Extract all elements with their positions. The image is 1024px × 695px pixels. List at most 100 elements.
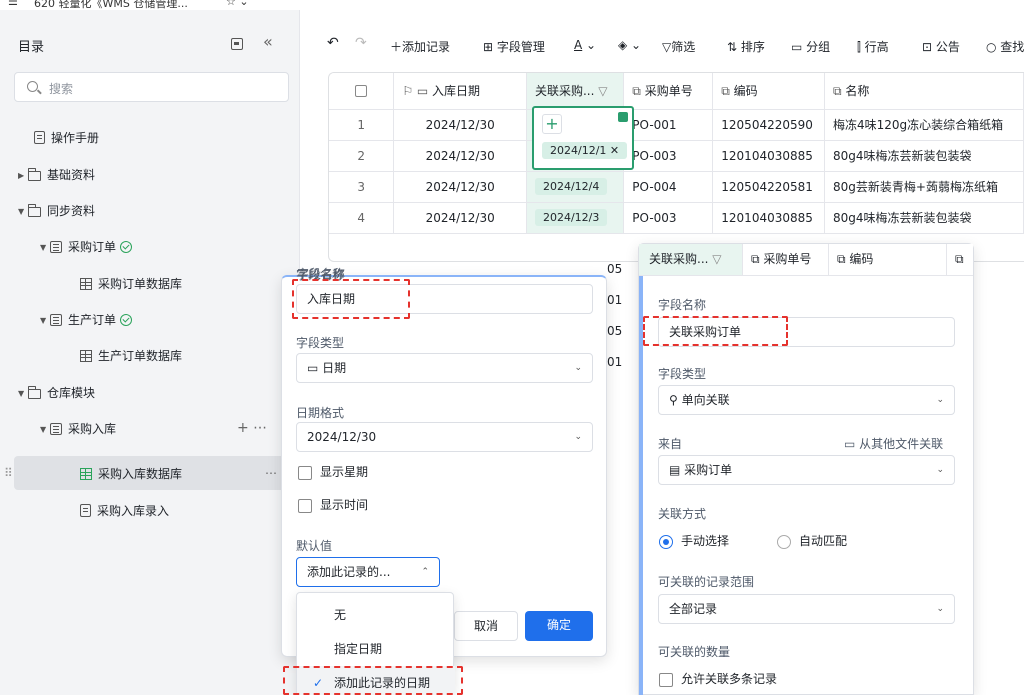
filter-icon: ▽ xyxy=(662,40,672,54)
undo-icon[interactable]: ↶ xyxy=(327,35,339,51)
manual-select-radio[interactable]: 手动选择 xyxy=(659,532,729,549)
linked-record-chip[interactable]: 2024/12/3 xyxy=(534,209,608,226)
column-header-linked-po[interactable]: 关联采购... ▽ xyxy=(526,73,625,110)
group-button[interactable]: ▭ 分组 xyxy=(791,38,830,55)
text-color-button[interactable]: A ⌄ xyxy=(574,38,596,52)
range-label: 可关联的记录范围 xyxy=(658,575,755,589)
field-type-select[interactable]: ⚲ 单向关联 ⌄ xyxy=(658,385,955,415)
folder-icon xyxy=(28,167,41,181)
column-header-code[interactable]: ⧉ 编码 xyxy=(712,73,825,110)
notice-button[interactable]: ⊡ 公告 xyxy=(922,38,960,55)
select-all-checkbox[interactable] xyxy=(329,73,395,110)
text-field-icon: ⧉ xyxy=(837,252,850,266)
collapse-sidebar-icon[interactable]: « xyxy=(263,32,273,51)
column-header-code[interactable]: ⧉ 编码 xyxy=(829,244,947,275)
field-type-select[interactable]: ▭ 日期 ⌄ xyxy=(296,353,593,383)
add-link-button[interactable]: + xyxy=(542,114,562,134)
column-header-po-number[interactable]: ⧉ 采购单号 xyxy=(743,244,829,275)
window-titlebar: ☰ 620 轻量化《WMS 仓储管理... ☆ ⌄ xyxy=(0,0,1024,10)
allow-multiple-checkbox[interactable]: 允许关联多条记录 xyxy=(659,670,777,687)
sidebar-item-warehouse[interactable]: ▼ 仓库模块 xyxy=(18,378,95,406)
table-row[interactable]: 4 2024/12/30 2024/12/3 PO-003 1201040308… xyxy=(329,202,1024,234)
table-row[interactable]: 3 2024/12/30 2024/12/4 PO-004 1205042205… xyxy=(329,171,1024,203)
add-record-button[interactable]: ＋添加记录 xyxy=(390,38,450,55)
window-title: 620 轻量化《WMS 仓储管理... xyxy=(34,0,188,10)
linked-cell-editor[interactable]: + 2024/12/1 ✕ xyxy=(532,106,634,170)
sidebar-search-input[interactable]: 搜索 xyxy=(14,72,289,102)
caret-down-icon[interactable]: ▼ xyxy=(18,380,28,408)
sort-button[interactable]: ⇅ 排序 xyxy=(727,38,765,55)
search-icon xyxy=(27,81,38,92)
remove-icon[interactable]: ✕ xyxy=(610,144,619,157)
option-specified-date[interactable]: 指定日期 xyxy=(297,632,455,666)
fill-color-button[interactable]: ◈ ⌄ xyxy=(618,38,641,52)
add-child-icon[interactable]: + ⋯ xyxy=(237,414,267,442)
drag-handle-icon[interactable]: ⠿ xyxy=(4,459,13,487)
chevron-down-icon: ⌄ xyxy=(936,465,944,475)
sidebar-item-purchase-order-db[interactable]: 采购订单数据库 xyxy=(80,269,182,297)
row-height-button[interactable]: ⫿ 行高 xyxy=(857,38,889,55)
default-value-select[interactable]: 添加此记录的... ⌃ xyxy=(296,557,440,587)
folder-icon xyxy=(28,385,41,399)
table-icon xyxy=(80,277,92,290)
column-header-inbound-date[interactable]: ⚐ ▭ 入库日期 xyxy=(393,73,527,110)
text-field-icon: ⧉ xyxy=(632,84,645,99)
fields-icon: ⊞ xyxy=(483,40,497,54)
column-header-po-number[interactable]: ⧉ 采购单号 xyxy=(623,73,714,110)
caret-down-icon[interactable]: ▼ xyxy=(40,234,50,262)
sidebar-item-base-data[interactable]: ▶ 基础资料 xyxy=(18,160,95,188)
sidebar-item-manual[interactable]: 操作手册 xyxy=(34,123,99,151)
text-field-icon: ⧉ xyxy=(833,84,846,99)
caret-down-icon[interactable]: ▼ xyxy=(40,307,50,335)
caret-down-icon[interactable]: ▼ xyxy=(40,416,50,444)
sidebar-item-purchase-inbound-db[interactable]: 采购入库数据库 xyxy=(80,459,182,487)
table-row[interactable]: 1 2024/12/30 PO-001 120504220590 梅冻4味120… xyxy=(329,109,1024,141)
source-select[interactable]: ▤ 采购订单 ⌄ xyxy=(658,455,955,485)
link-other-file-button[interactable]: ▭ 从其他文件关联 xyxy=(844,435,943,452)
table-row[interactable]: 2 2024/12/30 PO-003 120104030885 80g4味梅冻… xyxy=(329,140,1024,172)
plus-icon: ＋ xyxy=(390,40,403,54)
count-label: 可关联的数量 xyxy=(658,645,731,659)
sheet-icon: ▤ xyxy=(669,463,685,477)
sidebar-layout-icon[interactable] xyxy=(231,38,243,50)
cancel-button[interactable]: 取消 xyxy=(454,611,518,641)
more-icon[interactable]: ⋯ xyxy=(265,459,277,487)
date-format-select[interactable]: 2024/12/30 ⌄ xyxy=(296,422,593,452)
column-header-linked-po[interactable]: 关联采购... ▽ xyxy=(639,244,743,275)
redo-icon[interactable]: ↷ xyxy=(355,35,367,51)
sidebar-item-production-order[interactable]: ▼ 生产订单 xyxy=(40,305,133,335)
chevron-down-icon: ⌄ xyxy=(574,432,582,442)
sidebar-item-production-order-db[interactable]: 生产订单数据库 xyxy=(80,341,182,369)
record-range-select[interactable]: 全部记录 ⌄ xyxy=(658,594,955,624)
confirm-button[interactable]: 确定 xyxy=(525,611,593,641)
caret-right-icon[interactable]: ▶ xyxy=(18,162,28,190)
sidebar-item-purchase-inbound[interactable]: ▼ 采购入库 xyxy=(40,414,116,442)
menu-icon[interactable]: ☰ xyxy=(8,0,18,8)
sidebar: 目录 « 搜索 操作手册 ▶ 基础资料 ▼ 同步资料 ▼ 采购订单 采购订单数据库 ▼… xyxy=(0,10,300,695)
sidebar-item-purchase-order[interactable]: ▼ 采购订单 xyxy=(40,232,133,262)
find-button[interactable]: ○ 查找 xyxy=(986,38,1024,55)
field-type-label: 字段类型 xyxy=(296,336,345,350)
star-icon[interactable]: ☆ ⌄ xyxy=(226,0,249,8)
chevron-down-icon: ⌄ xyxy=(574,363,582,373)
highlight-box xyxy=(292,279,410,319)
sidebar-item-purchase-inbound-entry[interactable]: 采购入库录入 xyxy=(80,496,169,524)
linked-record-chip[interactable]: 2024/12/4 xyxy=(534,178,608,195)
filter-button[interactable]: ▽筛选 xyxy=(662,38,695,55)
expand-icon[interactable] xyxy=(618,112,628,122)
text-field-icon: ⧉ xyxy=(721,84,734,99)
highlight-box xyxy=(643,316,788,346)
sidebar-item-sync-data[interactable]: ▼ 同步资料 xyxy=(18,196,95,224)
partial-column: 05 01 05 01 xyxy=(607,262,623,369)
linked-record-chip[interactable]: 2024/12/1 ✕ xyxy=(542,142,628,159)
auto-match-radio[interactable]: 自动匹配 xyxy=(777,532,847,549)
table-icon xyxy=(80,349,92,362)
show-weekday-checkbox[interactable]: 显示星期 xyxy=(298,463,368,480)
show-time-checkbox[interactable]: 显示时间 xyxy=(298,496,368,513)
caret-down-icon[interactable]: ▼ xyxy=(18,198,28,226)
field-manage-button[interactable]: ⊞ 字段管理 xyxy=(483,38,545,55)
source-label: 来自 xyxy=(658,437,683,451)
option-none[interactable]: 无 xyxy=(297,598,455,632)
text-field-icon: ⧉ xyxy=(955,252,964,266)
column-header-name[interactable]: ⧉ 名称 xyxy=(824,73,1024,110)
